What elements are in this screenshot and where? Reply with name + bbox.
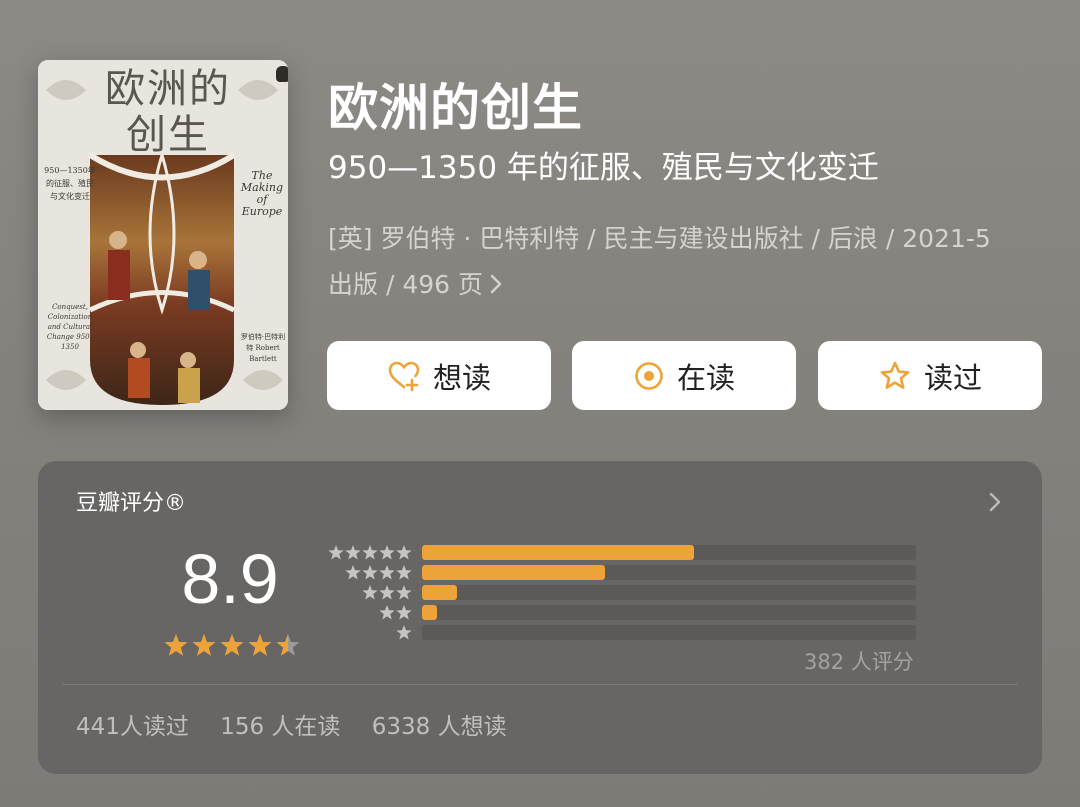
bar-3-stars — [422, 585, 457, 600]
distribution-star — [396, 585, 412, 600]
cover-english-subtitle: Conquest, Colonization and Cultural Chan… — [46, 303, 94, 351]
distribution-star — [396, 625, 412, 640]
heart-plus-icon — [388, 361, 420, 391]
bar-4-stars — [422, 565, 605, 580]
stat-reading: 156 人在读 — [220, 714, 341, 740]
distribution-star — [379, 565, 395, 580]
target-icon — [635, 361, 663, 390]
reader-stats: 441人读过 156 人在读 6338 人想读 — [76, 707, 531, 741]
bar-2-stars — [422, 605, 437, 620]
rating-count: 382 人评分 — [804, 650, 914, 674]
meta-line-1: [英] 罗伯特 · 巴特利特 / 民主与建设出版社 / 后浪 / 2021-5 — [328, 224, 991, 253]
star-outline-icon — [880, 361, 910, 389]
cover-english-title: The Making of Europe — [240, 169, 284, 218]
rating-score: 8.9 — [181, 540, 279, 618]
book-cover[interactable]: 欧洲的创生 950—1350年的征服、殖民与文化变迁 The Making of… — [38, 60, 288, 410]
reading-button[interactable]: 在读 — [572, 341, 796, 410]
reading-label: 在读 — [676, 360, 735, 395]
distribution-star-labels — [328, 545, 412, 640]
distribution-star — [362, 545, 378, 560]
chevron-right-icon — [489, 262, 503, 308]
bar-5-stars — [422, 545, 694, 560]
stat-read: 441人读过 — [76, 714, 189, 740]
stat-want: 6338 人想读 — [371, 714, 507, 740]
book-title: 欧洲的创生 — [328, 79, 583, 137]
rating-header: 豆瓣评分® — [76, 491, 187, 516]
distribution-star — [362, 565, 378, 580]
have-read-label: 读过 — [923, 360, 982, 395]
bar-track — [422, 625, 916, 640]
distribution-star — [362, 585, 378, 600]
want-read-button[interactable]: 想读 — [327, 341, 551, 410]
chevron-right-icon[interactable] — [988, 491, 1002, 513]
distribution-star — [345, 545, 361, 560]
score-stars — [164, 634, 300, 656]
want-read-label: 想读 — [432, 360, 491, 395]
distribution-star — [396, 545, 412, 560]
distribution-star — [379, 605, 395, 620]
book-subtitle: 950—1350 年的征服、殖民与文化变迁 — [328, 150, 879, 186]
distribution-star — [379, 545, 395, 560]
star-filled — [192, 634, 216, 656]
distribution-star — [396, 605, 412, 620]
cover-title: 欧洲的创生 — [105, 66, 231, 158]
bar-track — [422, 565, 916, 580]
star-filled — [220, 634, 244, 656]
star-filled — [248, 634, 272, 656]
bar-track — [422, 585, 916, 600]
cover-author: 罗伯特·巴特利特 Robert Bartlett — [240, 333, 286, 363]
have-read-button[interactable]: 读过 — [818, 341, 1042, 410]
rating-panel[interactable]: 豆瓣评分® 8.9 382 人评分 441人读过 156 人在读 6338 人想… — [38, 461, 1042, 774]
cover-side-text: 950—1350年的征服、殖民与文化变迁 — [44, 166, 96, 201]
star-filled — [164, 634, 188, 656]
distribution-star — [345, 565, 361, 580]
distribution-star — [396, 565, 412, 580]
publisher-logo — [276, 66, 288, 82]
rating-distribution-chart — [422, 545, 916, 645]
distribution-star — [379, 585, 395, 600]
meta-line-2: 出版 / 496 页 — [328, 270, 483, 299]
divider — [62, 684, 1018, 685]
distribution-star — [328, 545, 344, 560]
bar-track — [422, 605, 916, 620]
book-meta[interactable]: [英] 罗伯特 · 巴特利特 / 民主与建设出版社 / 后浪 / 2021-5 … — [328, 216, 1048, 308]
bar-track — [422, 545, 916, 560]
